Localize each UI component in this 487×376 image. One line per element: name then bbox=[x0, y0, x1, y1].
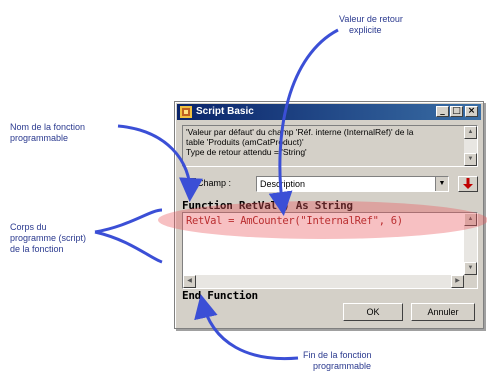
ok-button[interactable]: OK bbox=[343, 303, 403, 321]
annotation-body-line1: Corps du bbox=[10, 222, 47, 232]
scroll-up-icon[interactable]: ▲ bbox=[464, 126, 477, 139]
editor-vertical-scrollbar[interactable]: ▲ ▼ bbox=[464, 213, 477, 275]
annotation-end-line1: Fin de la fonction bbox=[303, 350, 372, 360]
annotation-body-line3: de la fonction bbox=[10, 244, 64, 254]
title-bar[interactable]: Script Basic _ □ × bbox=[177, 104, 481, 120]
field-row: Champ : Description ▼ bbox=[182, 176, 478, 192]
field-list-icon bbox=[185, 178, 196, 189]
function-header: Function RetVal() As String bbox=[182, 199, 353, 212]
script-body-line[interactable]: RetVal = AmCounter("InternalRef", 6) bbox=[186, 215, 403, 227]
annotation-return-value-line1: Valeur de retour bbox=[339, 14, 403, 24]
scroll-right-icon[interactable]: ▶ bbox=[451, 275, 464, 288]
field-label: Champ : bbox=[197, 178, 232, 188]
description-line-3: Type de retour attendu = 'String' bbox=[186, 147, 307, 157]
maximize-button[interactable]: □ bbox=[450, 106, 463, 117]
annotation-function-name-line1: Nom de la fonction bbox=[10, 122, 86, 132]
description-box: 'Valeur par défaut' du champ 'Réf. inter… bbox=[182, 125, 478, 167]
field-select[interactable]: Description ▼ bbox=[256, 176, 449, 192]
annotation-body-line2: programme (script) bbox=[10, 233, 87, 243]
scroll-down-icon[interactable]: ▼ bbox=[464, 153, 477, 166]
annotation-end: Fin de la fonction programmable bbox=[303, 350, 372, 372]
annotation-end-line2: programmable bbox=[313, 361, 372, 371]
scrollbar-corner bbox=[464, 275, 477, 288]
brace-body bbox=[94, 208, 163, 264]
annotation-function-name: Nom de la fonction programmable bbox=[10, 122, 85, 144]
script-editor[interactable]: RetVal = AmCounter("InternalRef", 6) ▲ ▼… bbox=[182, 212, 478, 289]
field-select-value: Description bbox=[260, 179, 306, 189]
script-app-icon bbox=[180, 106, 192, 118]
function-end: End Function bbox=[182, 289, 258, 302]
red-down-arrow-icon bbox=[463, 178, 473, 189]
scroll-left-icon[interactable]: ◀ bbox=[183, 275, 196, 288]
annotation-body: Corps du programme (script) de la foncti… bbox=[10, 222, 86, 255]
annotation-return-value-line2: explicite bbox=[349, 25, 382, 35]
editor-scroll-up-icon[interactable]: ▲ bbox=[464, 213, 477, 226]
editor-horizontal-scrollbar[interactable]: ◀ ▶ bbox=[183, 275, 464, 288]
cancel-button[interactable]: Annuler bbox=[411, 303, 475, 321]
description-line-1: 'Valeur par défaut' du champ 'Réf. inter… bbox=[186, 127, 414, 137]
chevron-down-icon[interactable]: ▼ bbox=[435, 177, 448, 191]
annotation-return-value: Valeur de retour explicite bbox=[339, 14, 403, 36]
minimize-button[interactable]: _ bbox=[436, 106, 449, 117]
close-button[interactable]: × bbox=[465, 106, 478, 117]
annotation-function-name-line2: programmable bbox=[10, 133, 69, 143]
description-line-2: table 'Produits (amCatProduct)' bbox=[186, 137, 304, 147]
editor-scroll-down-icon[interactable]: ▼ bbox=[464, 262, 477, 275]
script-basic-window: Script Basic _ □ × 'Valeur par défaut' d… bbox=[174, 101, 484, 329]
insert-field-button[interactable] bbox=[458, 176, 478, 192]
window-title: Script Basic bbox=[196, 106, 254, 117]
description-scrollbar[interactable]: ▲ ▼ bbox=[464, 126, 477, 166]
